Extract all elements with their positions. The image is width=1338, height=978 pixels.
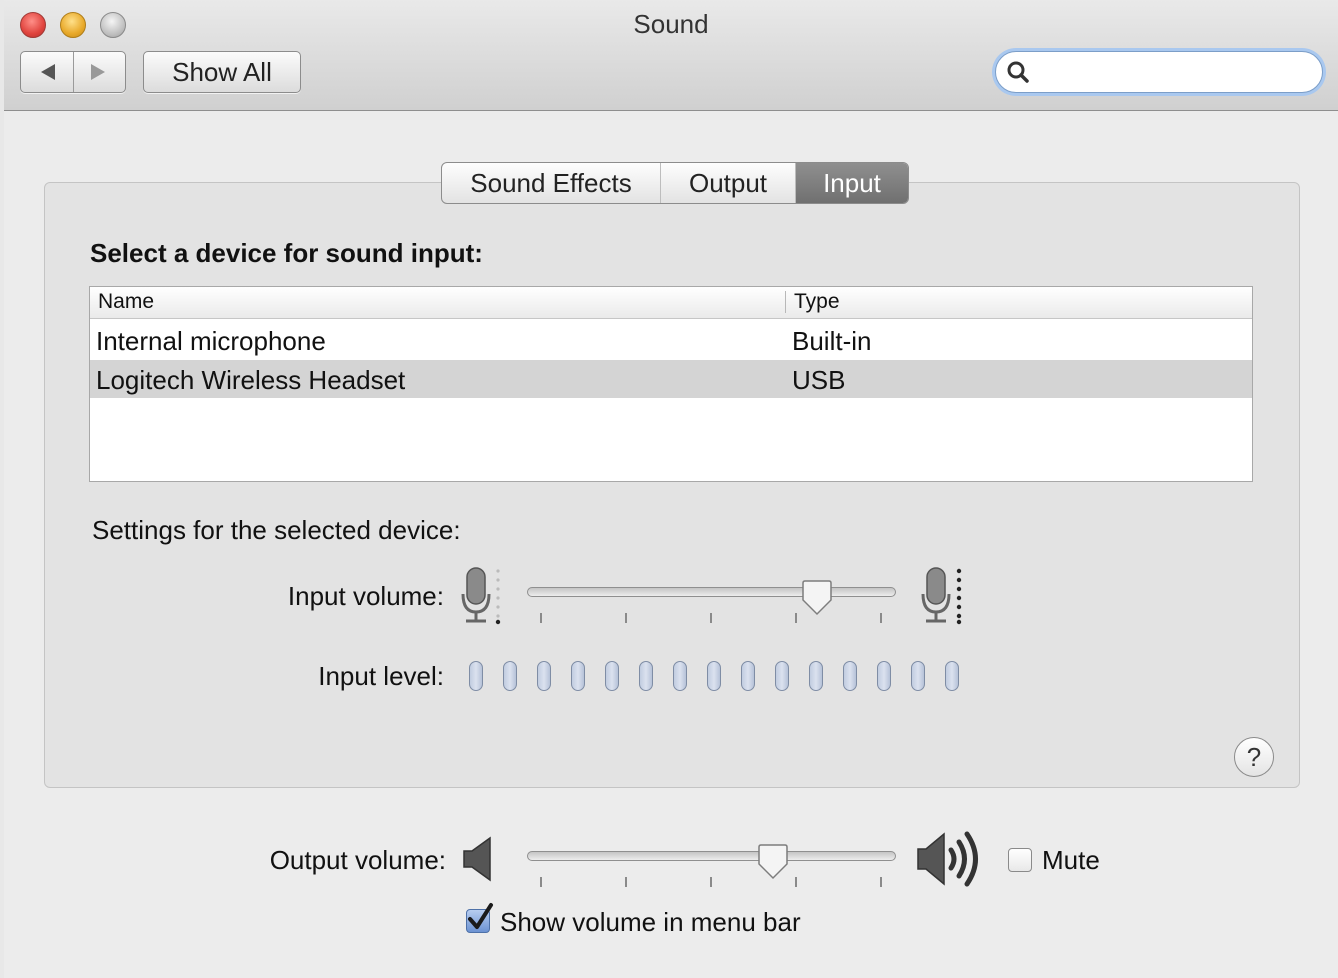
speaker-high-icon [917,831,978,887]
device-type: Built-in [792,326,872,356]
show-all-button[interactable]: Show All [143,51,301,93]
input-level-label: Input level: [318,661,444,691]
checkmark-icon [468,903,493,929]
show-volume-label: Show volume in menu bar [500,907,801,937]
table-header: Name Type [90,287,1252,319]
output-volume-slider[interactable] [527,851,896,861]
slider-tick [540,613,542,623]
sound-window: Sound Show All Sound Effects Output Inpu… [4,0,1338,978]
input-volume-thumb[interactable] [801,580,833,616]
slider-tick [795,613,797,623]
input-level-segment [707,661,721,691]
input-level-segment [877,661,891,691]
input-level-segment [741,661,755,691]
slider-tick [795,877,797,887]
input-level-segment [537,661,551,691]
tab-output[interactable]: Output [660,163,795,203]
slider-tick [710,613,712,623]
device-name: Internal microphone [96,326,326,356]
search-icon [1007,61,1029,83]
tab-panel [44,182,1300,788]
input-device-heading: Select a device for sound input: [90,238,483,268]
input-volume-slider[interactable] [527,587,896,597]
column-separator [785,291,786,313]
search-input[interactable] [1036,58,1310,86]
help-button[interactable]: ? [1234,737,1274,777]
slider-tick [540,877,542,887]
input-level-segment [571,661,585,691]
table-row[interactable]: Logitech Wireless Headset USB [90,360,1252,398]
input-level-segment [775,661,789,691]
slider-tick [710,877,712,887]
table-row[interactable]: Internal microphone Built-in [90,321,1252,359]
output-volume-thumb[interactable] [757,844,789,880]
speaker-low-icon [463,836,491,882]
input-level-segment [469,661,483,691]
nav-separator [73,52,74,92]
input-volume-label: Input volume: [287,581,444,611]
slider-tick [625,613,627,623]
tab-sound-effects[interactable]: Sound Effects [442,163,660,203]
back-forward-group [20,51,126,93]
slider-tick [880,877,882,887]
input-level-segment [639,661,653,691]
input-level-segment [911,661,925,691]
tab-bar: Sound Effects Output Input [441,162,909,204]
window-title: Sound [633,9,709,39]
slider-tick [625,877,627,887]
slider-tick [880,613,882,623]
input-level-segment [809,661,823,691]
input-level-segment [503,661,517,691]
settings-heading: Settings for the selected device: [92,515,461,545]
mic-low-icon [461,567,501,625]
input-level-segment [945,661,959,691]
title-toolbar: Sound Show All [4,0,1338,111]
column-header-name[interactable]: Name [98,290,154,314]
output-volume-label: Output volume: [269,845,446,875]
device-name: Logitech Wireless Headset [96,365,406,395]
mute-checkbox[interactable] [1008,848,1032,872]
device-type: USB [792,365,846,395]
search-field[interactable] [995,51,1323,93]
input-level-segment [605,661,619,691]
input-level-segment [843,661,857,691]
forward-arrow-icon[interactable] [91,64,105,80]
mute-label: Mute [1042,845,1100,875]
input-device-table: Name Type Internal microphone Built-in L… [89,286,1253,482]
mic-high-icon [921,567,962,625]
show-volume-checkbox[interactable] [466,903,493,933]
input-level-segment [673,661,687,691]
tab-input[interactable]: Input [795,163,908,203]
column-header-type[interactable]: Type [794,290,840,314]
back-arrow-icon[interactable] [41,64,55,80]
